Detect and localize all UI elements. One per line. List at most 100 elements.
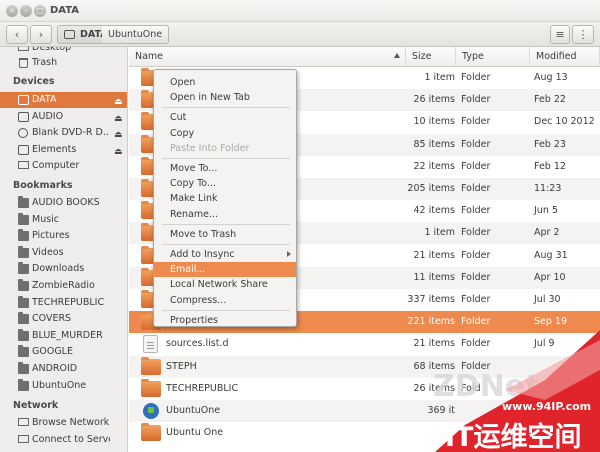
network-icon bbox=[18, 418, 29, 426]
menu-item-properties[interactable]: Properties bbox=[154, 313, 296, 328]
file-size: 1 item bbox=[424, 227, 455, 239]
folder-icon bbox=[141, 356, 161, 375]
sidebar-item-bookmark-blue-murder[interactable]: BLUE_MURDER bbox=[0, 328, 127, 344]
text-document-icon bbox=[143, 335, 158, 354]
minimize-window-icon[interactable]: – bbox=[20, 5, 32, 17]
file-modified: Aug 13 bbox=[534, 72, 568, 83]
view-options-button[interactable]: ⋮ bbox=[572, 25, 594, 44]
chevron-right-icon: › bbox=[38, 28, 44, 41]
file-modified: Feb 12 bbox=[534, 160, 566, 172]
maximize-window-icon[interactable]: □ bbox=[34, 5, 46, 17]
sidebar-item-network-connect-to-server[interactable]: Connect to Server bbox=[0, 432, 127, 448]
folder-icon bbox=[18, 245, 29, 258]
file-size: 1 item bbox=[424, 72, 455, 83]
file-name: STEPH bbox=[166, 360, 197, 372]
folder-icon bbox=[18, 328, 29, 341]
sidebar-item-bookmark-pictures[interactable]: Pictures bbox=[0, 228, 127, 244]
folder-icon bbox=[18, 196, 29, 208]
folder-icon bbox=[18, 345, 29, 358]
file-modified: Dec 10 2012 bbox=[534, 116, 595, 128]
menu-item-move-to-trash[interactable]: Move to Trash bbox=[154, 227, 296, 242]
menu-item-open[interactable]: Open bbox=[154, 75, 296, 90]
computer-icon bbox=[18, 161, 29, 170]
sidebar-item-bookmark-audio-books[interactable]: AUDIO BOOKS bbox=[0, 195, 127, 211]
folder-icon bbox=[18, 295, 29, 308]
sidebar-heading-bookmarks: Bookmarks bbox=[13, 180, 73, 191]
drive-icon bbox=[18, 95, 29, 105]
forward-button[interactable]: › bbox=[30, 25, 52, 44]
menu-item-copy[interactable]: Copy bbox=[154, 126, 296, 141]
desktop-icon bbox=[18, 47, 29, 51]
sidebar-item-device-data[interactable]: DATA ⏏ bbox=[0, 92, 127, 108]
grid-icon: ⋮ bbox=[577, 28, 589, 41]
file-name: sources.list.d bbox=[166, 338, 229, 350]
menu-item-compress[interactable]: Compress... bbox=[154, 293, 296, 308]
eject-icon[interactable]: ⏏ bbox=[114, 111, 123, 127]
sidebar-item-bookmark-google[interactable]: GOOGLE bbox=[0, 344, 127, 360]
back-button[interactable]: ‹ bbox=[6, 25, 28, 44]
eject-icon[interactable]: ⏏ bbox=[114, 94, 123, 110]
sidebar-item-device-blank-dvd-r-d[interactable]: Blank DVD-R D... ⏏ bbox=[0, 125, 127, 141]
ubuntuone-icon bbox=[143, 403, 159, 419]
breadcrumb-ubuntuone[interactable]: UbuntuOne bbox=[102, 25, 170, 44]
drive-icon bbox=[18, 144, 29, 155]
file-modified: Apr 10 bbox=[534, 271, 566, 283]
column-header-type[interactable]: Type bbox=[456, 47, 530, 67]
menu-item-copy-to[interactable]: Copy To... bbox=[154, 176, 296, 191]
file-modified: Feb 22 bbox=[534, 94, 566, 106]
file-size: 337 items bbox=[407, 294, 455, 305]
sidebar-item-bookmark-videos[interactable]: Videos bbox=[0, 245, 127, 261]
trash-icon bbox=[19, 58, 28, 68]
folder-icon bbox=[18, 212, 29, 225]
sidebar-item-device-computer[interactable]: Computer bbox=[0, 158, 127, 174]
submenu-arrow-icon bbox=[287, 251, 291, 257]
folder-icon bbox=[18, 262, 29, 275]
menu-item-open-in-new-tab[interactable]: Open in New Tab bbox=[154, 90, 296, 105]
menu-item-add-to-insync[interactable]: Add to Insync bbox=[154, 247, 296, 262]
menu-separator bbox=[162, 309, 290, 311]
menu-item-move-to[interactable]: Move To... bbox=[154, 161, 296, 176]
sidebar-item-bookmark-downloads[interactable]: Downloads bbox=[0, 261, 127, 277]
file-modified: Feb 23 bbox=[534, 138, 566, 150]
column-header-modified[interactable]: Modified bbox=[530, 47, 600, 67]
sidebar-item-bookmark-android[interactable]: ANDROID bbox=[0, 361, 127, 377]
sidebar-item-device-elements[interactable]: Elements ⏏ bbox=[0, 142, 127, 158]
folder-icon bbox=[141, 378, 161, 397]
menu-item-local-network-share[interactable]: Local Network Share bbox=[154, 277, 296, 292]
sidebar-item-trash[interactable]: Trash bbox=[0, 55, 127, 71]
menu-separator bbox=[162, 244, 290, 245]
folder-icon bbox=[18, 279, 29, 291]
file-modified: Apr 2 bbox=[534, 227, 560, 239]
drive-icon bbox=[64, 30, 75, 39]
file-size: 10 items bbox=[413, 116, 455, 128]
sidebar-item-bookmark-zombieradio[interactable]: ZombieRadio bbox=[0, 278, 127, 294]
menu-item-rename[interactable]: Rename... bbox=[154, 207, 296, 222]
sidebar-item-network-browse-network[interactable]: Browse Network bbox=[0, 415, 127, 431]
sidebar-item-bookmark-techrepublic[interactable]: TECHREPUBLIC bbox=[0, 295, 127, 311]
file-modified: Aug 31 bbox=[534, 249, 568, 261]
menu-item-email[interactable]: Email... bbox=[154, 262, 296, 278]
folder-icon bbox=[18, 312, 29, 325]
column-header-size[interactable]: Size bbox=[406, 47, 456, 67]
sidebar-item-device-audio[interactable]: AUDIO ⏏ bbox=[0, 109, 127, 125]
sidebar-item-bookmark-ubuntuone[interactable]: UbuntuOne bbox=[0, 378, 127, 394]
sidebar-item-bookmark-music[interactable]: Music bbox=[0, 212, 127, 228]
file-type: Folder bbox=[461, 183, 491, 194]
menu-separator bbox=[162, 107, 290, 109]
menu-item-cut[interactable]: Cut bbox=[154, 110, 296, 125]
column-header-name[interactable]: Name bbox=[129, 47, 406, 67]
sort-ascending-icon bbox=[394, 53, 400, 58]
file-type: Folder bbox=[461, 205, 491, 217]
eject-icon[interactable]: ⏏ bbox=[114, 144, 123, 160]
view-list-button[interactable]: ≡ bbox=[550, 25, 570, 44]
file-size: 22 items bbox=[413, 160, 455, 172]
file-size: 26 items bbox=[413, 94, 455, 106]
menu-item-make-link[interactable]: Make Link bbox=[154, 191, 296, 206]
close-window-icon[interactable]: × bbox=[6, 5, 18, 17]
file-size: 11 items bbox=[413, 271, 455, 283]
folder-icon bbox=[18, 362, 29, 374]
sidebar-item-bookmark-covers[interactable]: COVERS bbox=[0, 311, 127, 327]
eject-icon[interactable]: ⏏ bbox=[114, 127, 123, 143]
file-name: TECHREPUBLIC bbox=[166, 382, 239, 394]
disc-icon bbox=[18, 128, 28, 139]
